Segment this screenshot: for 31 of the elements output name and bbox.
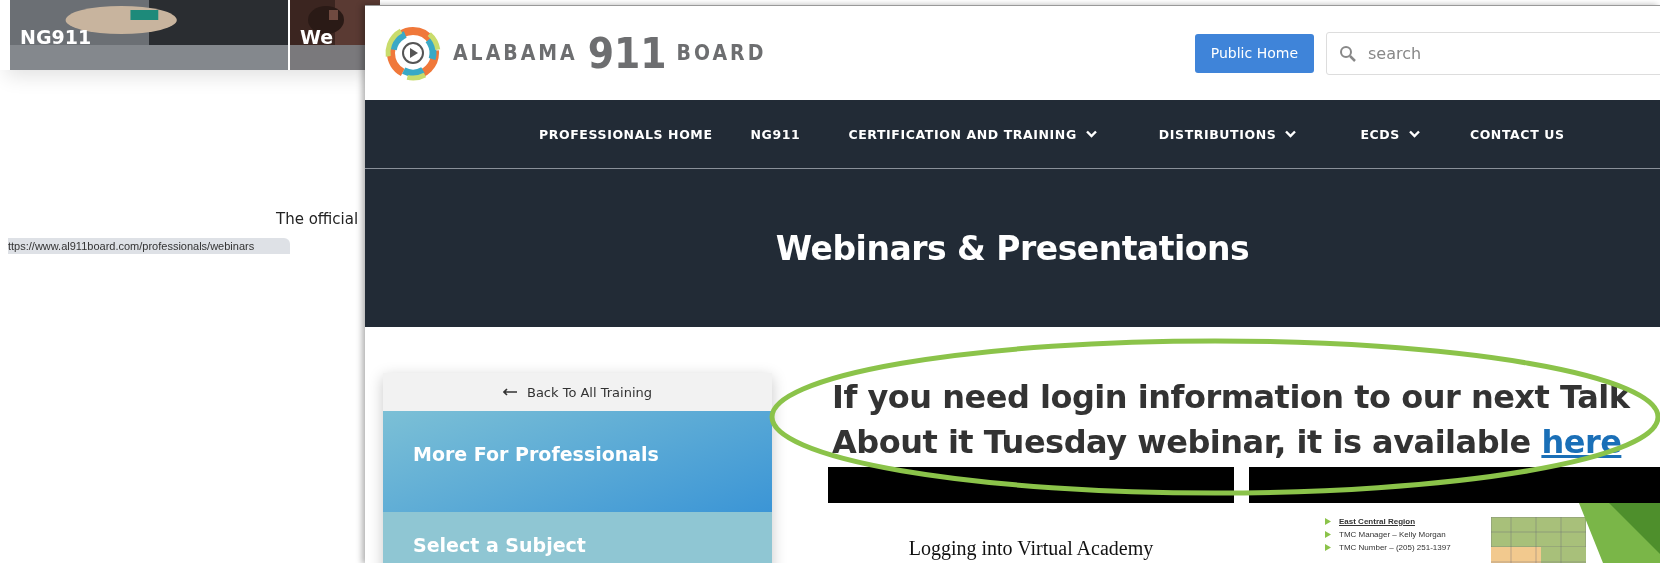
back-link[interactable]: Back To All Training (383, 373, 772, 411)
chevron-down-icon (1408, 130, 1420, 138)
logo-text: 911 (587, 28, 667, 78)
slide-title: Logging into Virtual Academy (907, 537, 1155, 560)
bullet-text: TMC Number – (205) 251-1397 (1339, 543, 1451, 552)
chevron-down-icon (1285, 130, 1297, 138)
bullet-icon (1325, 518, 1331, 525)
nav-link[interactable]: NG911 (750, 126, 801, 142)
page-title: Webinars & Presentations (775, 228, 1250, 268)
chevron-down-icon (1085, 130, 1097, 138)
nav-link[interactable]: CERTIFICATION AND TRAINING (848, 126, 1097, 142)
nav-link[interactable]: CONTACT US (1469, 126, 1565, 142)
search-field[interactable]: search (1326, 31, 1660, 75)
bullet-text: East Central Region (1339, 517, 1415, 526)
logo-text: ALABAMA (453, 41, 578, 65)
search-icon (1339, 44, 1356, 62)
bullet-icon (1325, 544, 1331, 551)
nav-link[interactable]: PROFESSIONALS HOME (539, 126, 713, 142)
here-link[interactable]: here (1541, 423, 1622, 461)
nav-link[interactable]: DISTRIBUTIONS (1158, 126, 1297, 142)
public-home-button[interactable]: Public Home (1194, 33, 1314, 73)
status-url: ttps://www.al911board.com/professionals/webinars (8, 238, 290, 254)
tile-title: NG911 (20, 26, 92, 48)
arrow-left-icon (502, 388, 517, 396)
bullet-icon (1325, 531, 1331, 538)
tile-title: We (300, 26, 334, 48)
nav-link[interactable]: ECDS (1360, 126, 1420, 142)
bullet-text: TMC Manager – Kelly Morgan (1339, 530, 1446, 539)
body-text: The official (276, 210, 360, 228)
heading: If you need login information to our next Talk About it Tuesday webinar, it is available here (832, 377, 1632, 463)
logo-text: BOARD (676, 41, 767, 65)
